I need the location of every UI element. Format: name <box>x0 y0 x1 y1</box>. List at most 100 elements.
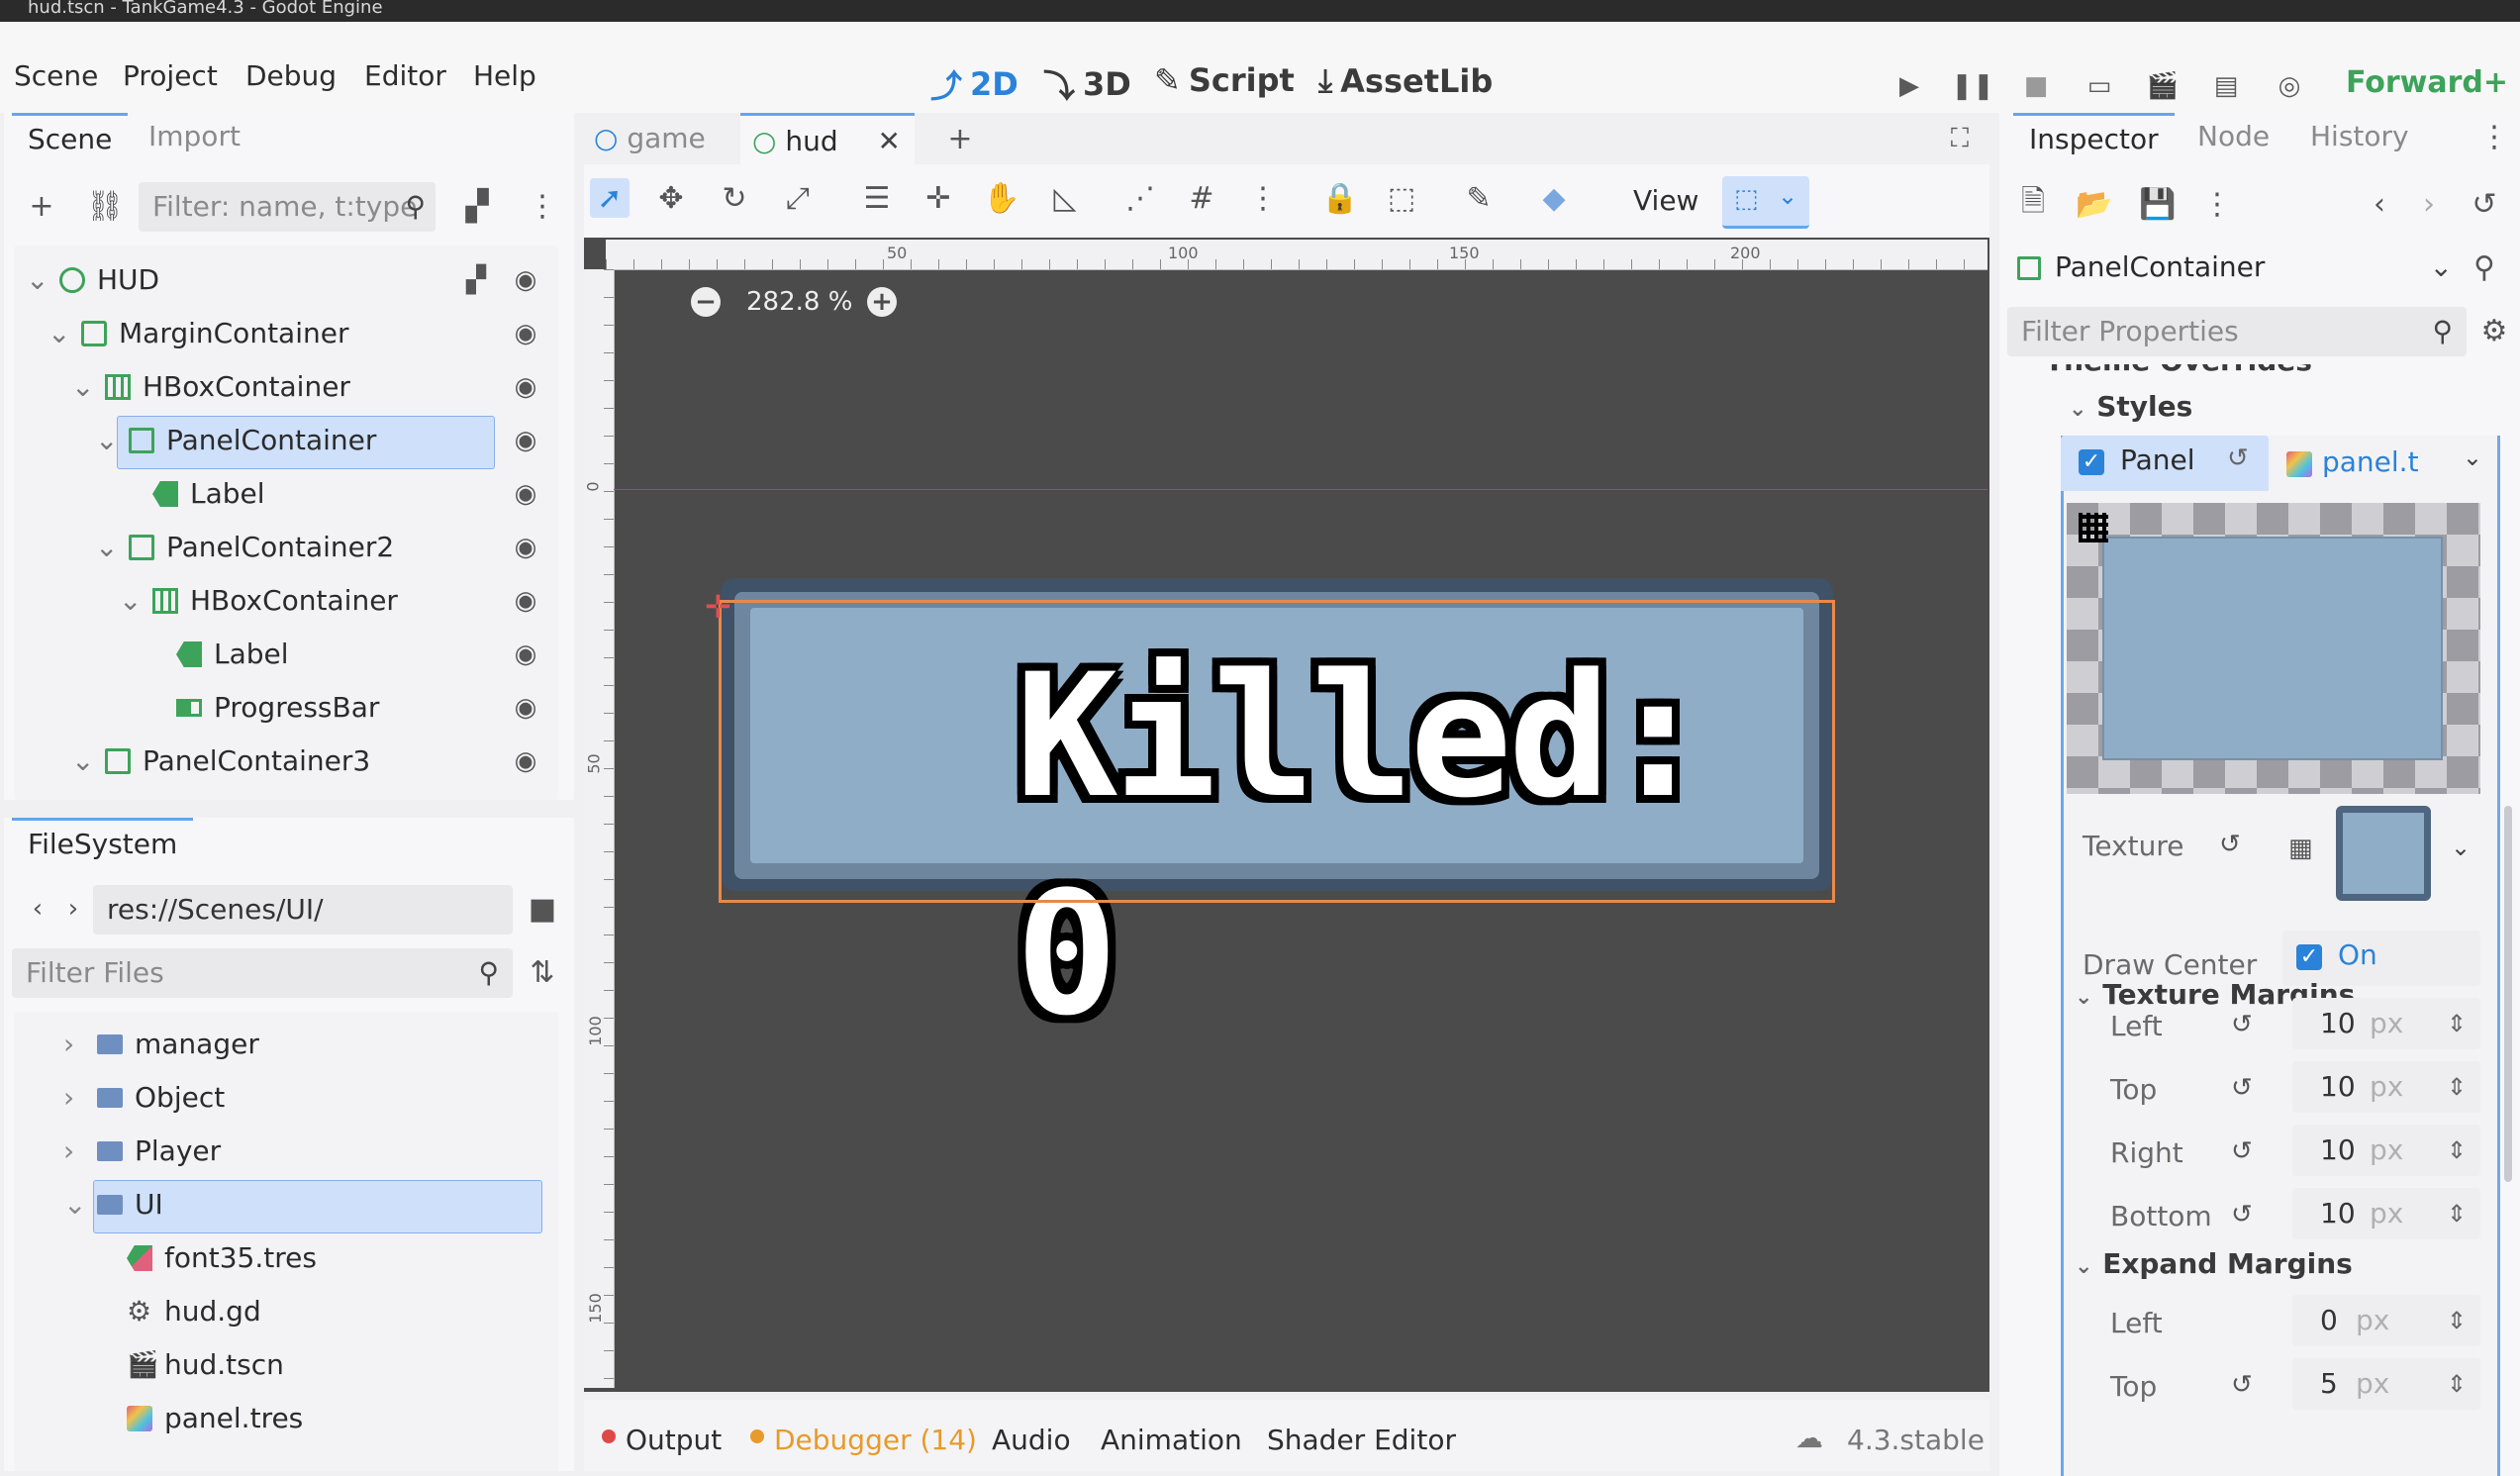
camera-override-icon[interactable]: ◆ <box>1534 178 1574 218</box>
lock-icon[interactable]: 🔒 <box>1320 178 1360 218</box>
panel-style-header[interactable]: ✓ Panel ↺ <box>2061 436 2269 491</box>
back-arrow-icon[interactable]: ‹ <box>18 889 57 929</box>
menu-debug[interactable]: Debug <box>245 59 337 92</box>
select-mode-icon[interactable]: ➚ <box>590 178 630 218</box>
tab-animation[interactable]: Animation <box>1101 1424 1242 1456</box>
renderer-select[interactable]: Forward+⌄ <box>2346 65 2520 100</box>
tab-debugger[interactable]: Debugger (14) <box>774 1424 977 1456</box>
tree-node-panelcontainer3[interactable]: ⌄ PanelContainer3 <box>71 735 370 788</box>
forward-arrow-icon[interactable]: › <box>2409 184 2449 224</box>
script-icon[interactable]: ▞ <box>461 265 491 295</box>
zoom-out-icon[interactable]: − <box>691 287 721 317</box>
visibility-eye-icon[interactable]: ◉ <box>511 265 540 295</box>
visibility-eye-icon[interactable]: ◉ <box>511 372 540 402</box>
texture-picker[interactable]: ▦ ⌄ <box>2282 800 2480 913</box>
tree-node-progressbar[interactable]: ProgressBar <box>176 681 379 735</box>
rotate-mode-icon[interactable]: ↻ <box>715 178 754 218</box>
folder-manager[interactable]: › manager <box>63 1018 259 1071</box>
tab-inspector[interactable]: Inspector <box>2013 113 2175 163</box>
filter-properties-input[interactable]: Filter Properties ⚲ <box>2007 307 2467 356</box>
section-theme-overrides[interactable]: Theme Overrides <box>2045 364 2312 377</box>
tab-history[interactable]: History <box>2294 113 2425 160</box>
file-hud-gd[interactable]: ⚙ hud.gd <box>127 1285 261 1338</box>
kebab-menu-icon[interactable]: ⋮ <box>523 186 562 226</box>
tab-output[interactable]: Output <box>626 1424 722 1456</box>
menu-editor[interactable]: Editor <box>364 59 446 92</box>
tab-audio[interactable]: Audio <box>992 1424 1071 1456</box>
add-tab-icon[interactable]: + <box>940 119 980 158</box>
object-type-selector[interactable]: PanelContainer ⌄ <box>2007 242 2463 293</box>
tree-node-label-2[interactable]: Label <box>176 628 289 681</box>
margin-bottom-spinbox[interactable]: 10 px ⇕ <box>2292 1188 2480 1239</box>
workspace-3d-button[interactable]: ⤵ 3D <box>1043 61 1131 107</box>
history-icon[interactable]: ↺ <box>2465 184 2504 224</box>
section-expand-margins[interactable]: ⌄ Expand Margins <box>2075 1247 2353 1280</box>
folder-player[interactable]: › Player <box>63 1125 221 1178</box>
close-icon[interactable]: ✕ <box>878 116 901 167</box>
file-font35[interactable]: font35.tres <box>127 1231 317 1285</box>
play-custom-scene-icon[interactable]: ▤ <box>2209 69 2243 103</box>
open-folder-icon[interactable]: 📂 <box>2075 184 2114 224</box>
tree-node-label[interactable]: Label <box>152 467 265 521</box>
spin-arrows-icon[interactable]: ⇕ <box>2447 1188 2467 1239</box>
workspace-assetlib-button[interactable]: ⤓ AssetLib <box>1318 61 1493 100</box>
menu-help[interactable]: Help <box>473 59 536 92</box>
revert-icon[interactable]: ↺ <box>2231 1200 2253 1230</box>
split-mode-icon[interactable]: ■ <box>523 889 562 929</box>
kebab-menu-icon[interactable]: ⋮ <box>2474 117 2514 156</box>
folder-ui[interactable]: ⌄ UI <box>63 1178 163 1231</box>
revert-icon[interactable]: ↺ <box>2231 1136 2253 1166</box>
revert-icon[interactable]: ↺ <box>2219 830 2241 859</box>
revert-icon[interactable]: ↺ <box>2231 1073 2253 1103</box>
spin-arrows-icon[interactable]: ⇕ <box>2447 998 2467 1049</box>
stop-icon[interactable]: ■ <box>2019 69 2053 103</box>
visibility-eye-icon[interactable]: ◉ <box>511 479 540 509</box>
margin-top-spinbox[interactable]: 10 px ⇕ <box>2292 1061 2480 1113</box>
visibility-eye-icon[interactable]: ◉ <box>511 640 540 669</box>
pivot-mode-icon[interactable]: ✛ <box>919 178 958 218</box>
visibility-eye-icon[interactable]: ◉ <box>511 533 540 562</box>
zoom-in-icon[interactable]: + <box>867 287 897 317</box>
checkbox-checked-icon[interactable]: ✓ <box>2079 449 2104 475</box>
tree-node-panelcontainer2[interactable]: ⌄ PanelContainer2 <box>95 521 394 574</box>
spin-arrows-icon[interactable]: ⇕ <box>2447 1125 2467 1176</box>
folder-object[interactable]: › Object <box>63 1071 225 1125</box>
smart-snap-icon[interactable]: ⋰ <box>1120 178 1160 218</box>
property-settings-icon[interactable]: ⚙ <box>2474 311 2514 350</box>
move-mode-icon[interactable]: ✥ <box>651 178 691 218</box>
anchor-preset-button[interactable]: ⬚ ⌄ <box>1722 176 1809 229</box>
visibility-eye-icon[interactable]: ◉ <box>511 426 540 455</box>
visibility-eye-icon[interactable]: ◉ <box>511 319 540 348</box>
tab-scene-hud[interactable]: ○ hud ✕ <box>740 113 915 164</box>
menu-scene[interactable]: Scene <box>14 59 98 92</box>
tree-node-hboxcontainer[interactable]: ⌄ HBoxContainer <box>71 360 350 414</box>
tree-node-margincontainer[interactable]: ⌄ MarginContainer <box>48 307 348 360</box>
movie-maker-icon[interactable]: ◎ <box>2273 69 2306 103</box>
inspector-scrollbar[interactable] <box>2504 806 2512 1182</box>
workspace-2d-button[interactable]: ⤴ 2D <box>930 61 1018 107</box>
kebab-menu-icon[interactable]: ⋮ <box>2197 184 2237 224</box>
scale-mode-icon[interactable]: ⤢ <box>778 178 818 218</box>
tab-import[interactable]: Import <box>133 113 256 160</box>
list-select-icon[interactable]: ☰ <box>857 178 897 218</box>
margin-right-spinbox[interactable]: 10 px ⇕ <box>2292 1125 2480 1176</box>
grid-overlay-icon[interactable] <box>2079 513 2108 542</box>
tree-node-hud[interactable]: ⌄ HUD <box>26 253 159 307</box>
margin-left-spinbox[interactable]: 10 px ⇕ <box>2292 998 2480 1049</box>
node-info-icon[interactable]: ⚲ <box>2465 247 2504 287</box>
tab-shader-editor[interactable]: Shader Editor <box>1267 1424 1456 1456</box>
save-icon[interactable]: 💾 <box>2138 184 2178 224</box>
revert-icon[interactable]: ↺ <box>2231 1010 2253 1039</box>
panel-resource-picker[interactable]: panel.t ⌄ <box>2275 436 2494 491</box>
expand-top-spinbox[interactable]: 5 px ⇕ <box>2292 1358 2480 1410</box>
tree-node-hboxcontainer-2[interactable]: ⌄ HBoxContainer <box>119 574 398 628</box>
remote-debug-icon[interactable]: ▭ <box>2083 69 2116 103</box>
spin-arrows-icon[interactable]: ⇕ <box>2447 1295 2467 1346</box>
instance-scene-icon[interactable]: ⛓ <box>85 186 125 226</box>
add-node-icon[interactable]: + <box>22 186 61 226</box>
tree-node-panelcontainer[interactable]: ⌄ PanelContainer <box>95 414 376 467</box>
anchor-crosshair-icon[interactable]: ✛ <box>705 588 731 626</box>
filesystem-path-input[interactable]: res://Scenes/UI/ <box>93 885 513 935</box>
file-hud-tscn[interactable]: 🎬 hud.tscn <box>127 1338 284 1392</box>
new-resource-icon[interactable]: 🗎 <box>2013 184 2053 224</box>
